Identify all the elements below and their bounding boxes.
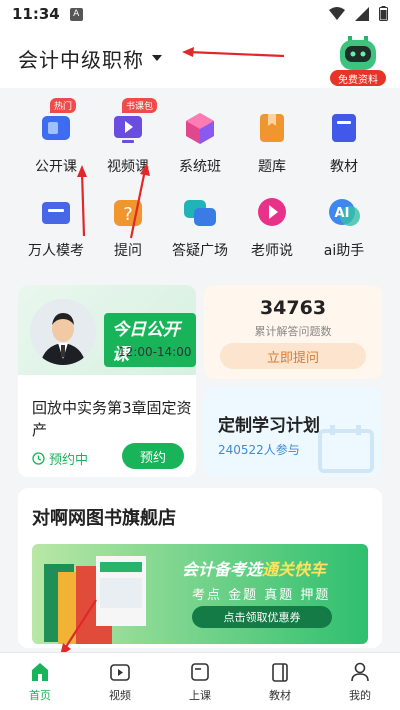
live-status-text: 预约中 [49,453,89,468]
video-lesson-icon [42,116,70,140]
textbook-icon [332,114,356,142]
free-materials-badge: 免费资料 [330,70,386,86]
grid-item-label: 教材 [330,159,358,175]
grid-item-label: 老师说 [251,243,293,259]
grid-item-label: 公开课 [35,159,77,175]
banner-headline-b: 通关快车 [262,560,327,579]
free-materials-button[interactable]: 免费资料 [330,34,386,86]
grid-item-label: 提问 [114,243,142,259]
svg-text:?: ? [123,204,133,225]
tab-textbook[interactable]: 教材 [240,653,320,710]
answer-count-number: 34763 [259,297,327,319]
exam-card-icon [42,202,70,224]
live-status: 预约中 [32,449,88,468]
tab-home[interactable]: 首页 [0,653,80,710]
teacher-avatar [30,299,96,365]
grid-item-system-class[interactable]: 系统班 [160,90,240,175]
answer-count-card: 34763 累计解答问题数 立即提问 [204,285,382,379]
tab-video[interactable]: 视频 [80,653,160,710]
book-bundle-tag: 书课包 [122,98,158,113]
home-icon [32,663,48,681]
feature-grid: 热门 公开课 书课包 视频课 系统班 题库 教材 万人模考 ? 提问 答疑广场 … [0,90,400,270]
book-store-banner[interactable]: 会计备考选通关快车 考点 金题 真题 押题 点击领取优惠券 [32,544,368,644]
tab-profile[interactable]: 我的 [320,653,400,710]
grid-item-label: 题库 [258,159,286,175]
status-bar: 11:34 A [0,0,400,28]
grid-item-open-class[interactable]: 热门 公开课 [16,90,96,175]
question-icon: ? [114,200,142,226]
grid-item-ask[interactable]: ? 提问 [88,174,168,259]
cube-icon [186,113,214,144]
ai-assistant-icon: AI [329,199,360,226]
book-store-title: 对啊网图书旗舰店 [32,508,176,529]
answer-count-label: 累计解答问题数 [254,325,332,338]
banner-headline-a: 会计备考选 [182,560,263,579]
tab-label: 上课 [189,689,211,702]
study-plan-title: 定制学习计划 [218,416,320,436]
grid-item-label: 万人模考 [28,243,84,259]
live-time: 12:00-14:00 [118,345,192,359]
banner-headline: 会计备考选通关快车 [182,556,326,580]
live-class-card[interactable]: 今日公开课 12:00-14:00 回放中实务第3章固定资产 预约中 预约 [18,285,196,477]
grid-item-mock-exam[interactable]: 万人模考 [16,174,96,259]
get-coupon-button[interactable]: 点击领取优惠券 [192,606,332,628]
exam-category-title[interactable]: 会计中级职称 [18,44,144,73]
reserve-button[interactable]: 预约 [122,443,184,469]
bottom-tab-bar: 首页 视频 上课 教材 我的 [0,652,400,710]
grid-item-video-class[interactable]: 书课包 视频课 [88,90,168,175]
grid-item-label: 系统班 [179,159,221,175]
study-plan-participants: 240522人参与 [218,443,300,457]
tab-label: 视频 [109,689,131,702]
wifi-icon [329,6,345,20]
robot-mascot-icon [340,36,376,70]
grid-item-qa-square[interactable]: 答疑广场 [160,174,240,259]
grid-item-teacher-talk[interactable]: 老师说 [232,174,312,259]
class-icon [191,663,209,681]
notification-a-icon: A [69,7,83,21]
tab-label: 我的 [349,689,371,702]
grid-item-question-bank[interactable]: 题库 [232,90,312,175]
profile-icon [351,662,369,682]
chat-bubbles-icon [184,200,216,226]
book-store-card: 对啊网图书旗舰店 会计备考选通关快车 考点 金题 真题 押题 点击领取优惠券 [18,488,382,648]
grid-item-label: 视频课 [107,159,149,175]
grid-item-label: ai助手 [323,243,365,259]
grid-item-label: 答疑广场 [172,243,228,259]
teacher-portrait-icon [30,299,96,365]
calendar-deco-icon [318,425,374,473]
status-icons [329,6,388,21]
live-course-title: 回放中实务第3章固定资产 [32,399,192,439]
hot-tag: 热门 [50,98,77,113]
svg-text:AI: AI [335,206,350,221]
grid-item-textbook[interactable]: 教材 [304,90,384,175]
grid-item-ai-assistant[interactable]: AI ai助手 [304,174,384,259]
play-screen-icon [114,116,142,143]
status-time: 11:34 [12,5,60,23]
battery-icon [379,6,388,21]
book-icon [272,663,288,682]
signal-icon [355,6,369,21]
app-header: 会计中级职称 免费资料 [0,28,400,88]
tab-label: 教材 [269,689,291,702]
video-icon [110,664,130,681]
ask-now-button[interactable]: 立即提问 [220,343,366,369]
live-class-banner: 今日公开课 12:00-14:00 [18,285,196,375]
tab-label: 首页 [29,689,51,702]
tab-class[interactable]: 上课 [160,653,240,710]
play-circle-icon [258,198,286,226]
bookmark-book-icon [260,114,284,142]
banner-subline: 考点 金题 真题 押题 [192,588,331,603]
books-stack-icon [44,556,146,644]
clock-icon [32,452,45,465]
study-plan-card[interactable]: 定制学习计划 240522人参与 [204,387,382,477]
dropdown-caret-icon[interactable] [152,55,162,61]
